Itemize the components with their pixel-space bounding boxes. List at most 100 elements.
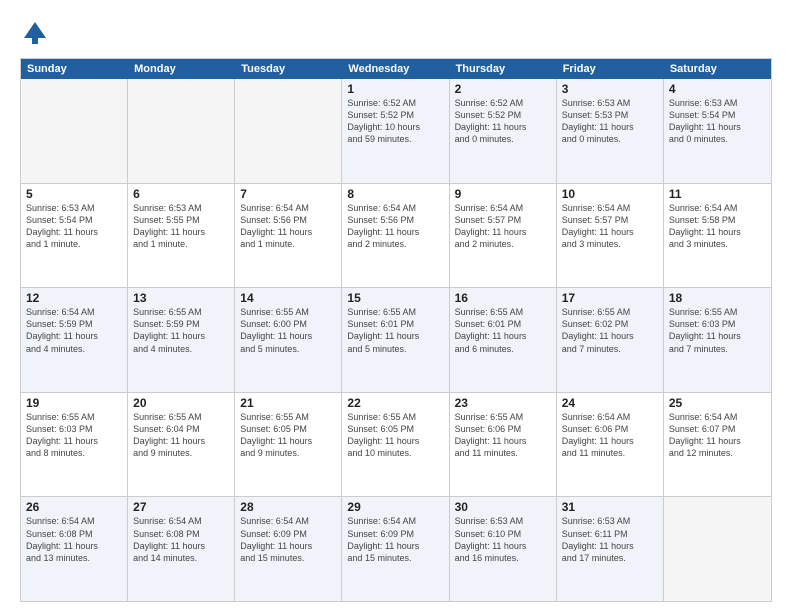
day-cell-1: 1Sunrise: 6:52 AMSunset: 5:52 PMDaylight… xyxy=(342,79,449,183)
header-day-sunday: Sunday xyxy=(21,59,128,79)
day-number: 23 xyxy=(455,396,551,410)
logo xyxy=(20,18,52,48)
day-number: 30 xyxy=(455,500,551,514)
calendar-week-4: 19Sunrise: 6:55 AMSunset: 6:03 PMDayligh… xyxy=(21,393,771,498)
day-number: 28 xyxy=(240,500,336,514)
day-number: 19 xyxy=(26,396,122,410)
day-cell-22: 22Sunrise: 6:55 AMSunset: 6:05 PMDayligh… xyxy=(342,393,449,497)
day-info: Sunrise: 6:54 AMSunset: 6:06 PMDaylight:… xyxy=(562,411,658,460)
day-info: Sunrise: 6:54 AMSunset: 6:08 PMDaylight:… xyxy=(133,515,229,564)
day-cell-16: 16Sunrise: 6:55 AMSunset: 6:01 PMDayligh… xyxy=(450,288,557,392)
day-number: 18 xyxy=(669,291,766,305)
day-info: Sunrise: 6:55 AMSunset: 6:05 PMDaylight:… xyxy=(347,411,443,460)
day-info: Sunrise: 6:55 AMSunset: 6:03 PMDaylight:… xyxy=(669,306,766,355)
day-info: Sunrise: 6:55 AMSunset: 6:02 PMDaylight:… xyxy=(562,306,658,355)
day-number: 7 xyxy=(240,187,336,201)
day-number: 2 xyxy=(455,82,551,96)
day-cell-24: 24Sunrise: 6:54 AMSunset: 6:06 PMDayligh… xyxy=(557,393,664,497)
header xyxy=(20,18,772,48)
day-info: Sunrise: 6:54 AMSunset: 5:58 PMDaylight:… xyxy=(669,202,766,251)
day-info: Sunrise: 6:54 AMSunset: 5:57 PMDaylight:… xyxy=(455,202,551,251)
day-cell-10: 10Sunrise: 6:54 AMSunset: 5:57 PMDayligh… xyxy=(557,184,664,288)
day-info: Sunrise: 6:53 AMSunset: 5:55 PMDaylight:… xyxy=(133,202,229,251)
day-info: Sunrise: 6:53 AMSunset: 5:54 PMDaylight:… xyxy=(26,202,122,251)
day-number: 24 xyxy=(562,396,658,410)
day-number: 4 xyxy=(669,82,766,96)
empty-cell xyxy=(21,79,128,183)
day-number: 27 xyxy=(133,500,229,514)
calendar-body: 1 Sunrise: 6:52 AMSunset: 5:52 PMDaylight… xyxy=(21,79,771,601)
day-info: Sunrise: 6:54 AMSunset: 5:56 PMDaylight:… xyxy=(347,202,443,251)
calendar-week-5: 26Sunrise: 6:54 AMSunset: 6:08 PMDayligh… xyxy=(21,497,771,601)
day-number: 15 xyxy=(347,291,443,305)
day-cell-13: 13Sunrise: 6:55 AMSunset: 5:59 PMDayligh… xyxy=(128,288,235,392)
day-info: Sunrise: 6:55 AMSunset: 6:01 PMDaylight:… xyxy=(347,306,443,355)
day-cell-4: 4Sunrise: 6:53 AMSunset: 5:54 PMDaylight… xyxy=(664,79,771,183)
day-cell-31: 31Sunrise: 6:53 AMSunset: 6:11 PMDayligh… xyxy=(557,497,664,601)
day-info: Sunrise: 6:54 AMSunset: 6:09 PMDaylight:… xyxy=(347,515,443,564)
page: SundayMondayTuesdayWednesdayThursdayFrid… xyxy=(0,0,792,612)
day-cell-6: 6Sunrise: 6:53 AMSunset: 5:55 PMDaylight… xyxy=(128,184,235,288)
day-number: 16 xyxy=(455,291,551,305)
day-cell-8: 8Sunrise: 6:54 AMSunset: 5:56 PMDaylight… xyxy=(342,184,449,288)
day-number: 5 xyxy=(26,187,122,201)
header-day-monday: Monday xyxy=(128,59,235,79)
day-cell-17: 17Sunrise: 6:55 AMSunset: 6:02 PMDayligh… xyxy=(557,288,664,392)
day-cell-23: 23Sunrise: 6:55 AMSunset: 6:06 PMDayligh… xyxy=(450,393,557,497)
day-cell-15: 15Sunrise: 6:55 AMSunset: 6:01 PMDayligh… xyxy=(342,288,449,392)
calendar-week-1: 1 Sunrise: 6:52 AMSunset: 5:52 PMDaylight… xyxy=(21,79,771,184)
day-number: 10 xyxy=(562,187,658,201)
day-number: 25 xyxy=(669,396,766,410)
day-info: Sunrise: 6:55 AMSunset: 6:03 PMDaylight:… xyxy=(26,411,122,460)
day-info: Sunrise: 6:54 AMSunset: 5:59 PMDaylight:… xyxy=(26,306,122,355)
calendar-header: SundayMondayTuesdayWednesdayThursdayFrid… xyxy=(21,59,771,79)
empty-cell xyxy=(235,79,342,183)
day-number: 20 xyxy=(133,396,229,410)
calendar: SundayMondayTuesdayWednesdayThursdayFrid… xyxy=(20,58,772,602)
day-info: Sunrise: 6:52 AMSunset: 5:52 PMDaylight:… xyxy=(455,97,551,146)
day-cell-9: 9Sunrise: 6:54 AMSunset: 5:57 PMDaylight… xyxy=(450,184,557,288)
day-cell-7: 7Sunrise: 6:54 AMSunset: 5:56 PMDaylight… xyxy=(235,184,342,288)
day-info: Sunrise: 6:55 AMSunset: 6:04 PMDaylight:… xyxy=(133,411,229,460)
day-number: 26 xyxy=(26,500,122,514)
day-cell-5: 5Sunrise: 6:53 AMSunset: 5:54 PMDaylight… xyxy=(21,184,128,288)
day-cell-28: 28Sunrise: 6:54 AMSunset: 6:09 PMDayligh… xyxy=(235,497,342,601)
day-number: 6 xyxy=(133,187,229,201)
day-cell-12: 12Sunrise: 6:54 AMSunset: 5:59 PMDayligh… xyxy=(21,288,128,392)
day-number: 1 xyxy=(347,82,443,96)
day-cell-18: 18Sunrise: 6:55 AMSunset: 6:03 PMDayligh… xyxy=(664,288,771,392)
day-cell-20: 20Sunrise: 6:55 AMSunset: 6:04 PMDayligh… xyxy=(128,393,235,497)
day-info: Sunrise: 6:54 AMSunset: 6:08 PMDaylight:… xyxy=(26,515,122,564)
day-info: Sunrise: 6:54 AMSunset: 5:56 PMDaylight:… xyxy=(240,202,336,251)
header-day-tuesday: Tuesday xyxy=(235,59,342,79)
calendar-week-3: 12Sunrise: 6:54 AMSunset: 5:59 PMDayligh… xyxy=(21,288,771,393)
day-info: Sunrise: 6:55 AMSunset: 6:00 PMDaylight:… xyxy=(240,306,336,355)
day-cell-3: 3Sunrise: 6:53 AMSunset: 5:53 PMDaylight… xyxy=(557,79,664,183)
header-day-thursday: Thursday xyxy=(450,59,557,79)
day-info: Sunrise: 6:55 AMSunset: 6:05 PMDaylight:… xyxy=(240,411,336,460)
header-day-saturday: Saturday xyxy=(664,59,771,79)
day-number: 17 xyxy=(562,291,658,305)
day-info: Sunrise: 6:53 AMSunset: 6:10 PMDaylight:… xyxy=(455,515,551,564)
day-number: 21 xyxy=(240,396,336,410)
day-info: Sunrise: 6:55 AMSunset: 6:01 PMDaylight:… xyxy=(455,306,551,355)
day-number: 12 xyxy=(26,291,122,305)
day-cell-19: 19Sunrise: 6:55 AMSunset: 6:03 PMDayligh… xyxy=(21,393,128,497)
day-cell-11: 11Sunrise: 6:54 AMSunset: 5:58 PMDayligh… xyxy=(664,184,771,288)
day-cell-27: 27Sunrise: 6:54 AMSunset: 6:08 PMDayligh… xyxy=(128,497,235,601)
day-cell-21: 21Sunrise: 6:55 AMSunset: 6:05 PMDayligh… xyxy=(235,393,342,497)
day-number: 8 xyxy=(347,187,443,201)
day-cell-25: 25Sunrise: 6:54 AMSunset: 6:07 PMDayligh… xyxy=(664,393,771,497)
header-day-wednesday: Wednesday xyxy=(342,59,449,79)
logo-icon xyxy=(20,18,50,48)
empty-cell xyxy=(128,79,235,183)
day-cell-29: 29Sunrise: 6:54 AMSunset: 6:09 PMDayligh… xyxy=(342,497,449,601)
day-info: Sunrise: 6:53 AMSunset: 6:11 PMDaylight:… xyxy=(562,515,658,564)
day-info: Sunrise: 6:53 AMSunset: 5:54 PMDaylight:… xyxy=(669,97,766,146)
day-number: 14 xyxy=(240,291,336,305)
day-number: 3 xyxy=(562,82,658,96)
day-info: Sunrise: 6:54 AMSunset: 6:09 PMDaylight:… xyxy=(240,515,336,564)
empty-cell xyxy=(664,497,771,601)
day-info: Sunrise: 6:54 AMSunset: 6:07 PMDaylight:… xyxy=(669,411,766,460)
day-info: Sunrise: 6:55 AMSunset: 5:59 PMDaylight:… xyxy=(133,306,229,355)
